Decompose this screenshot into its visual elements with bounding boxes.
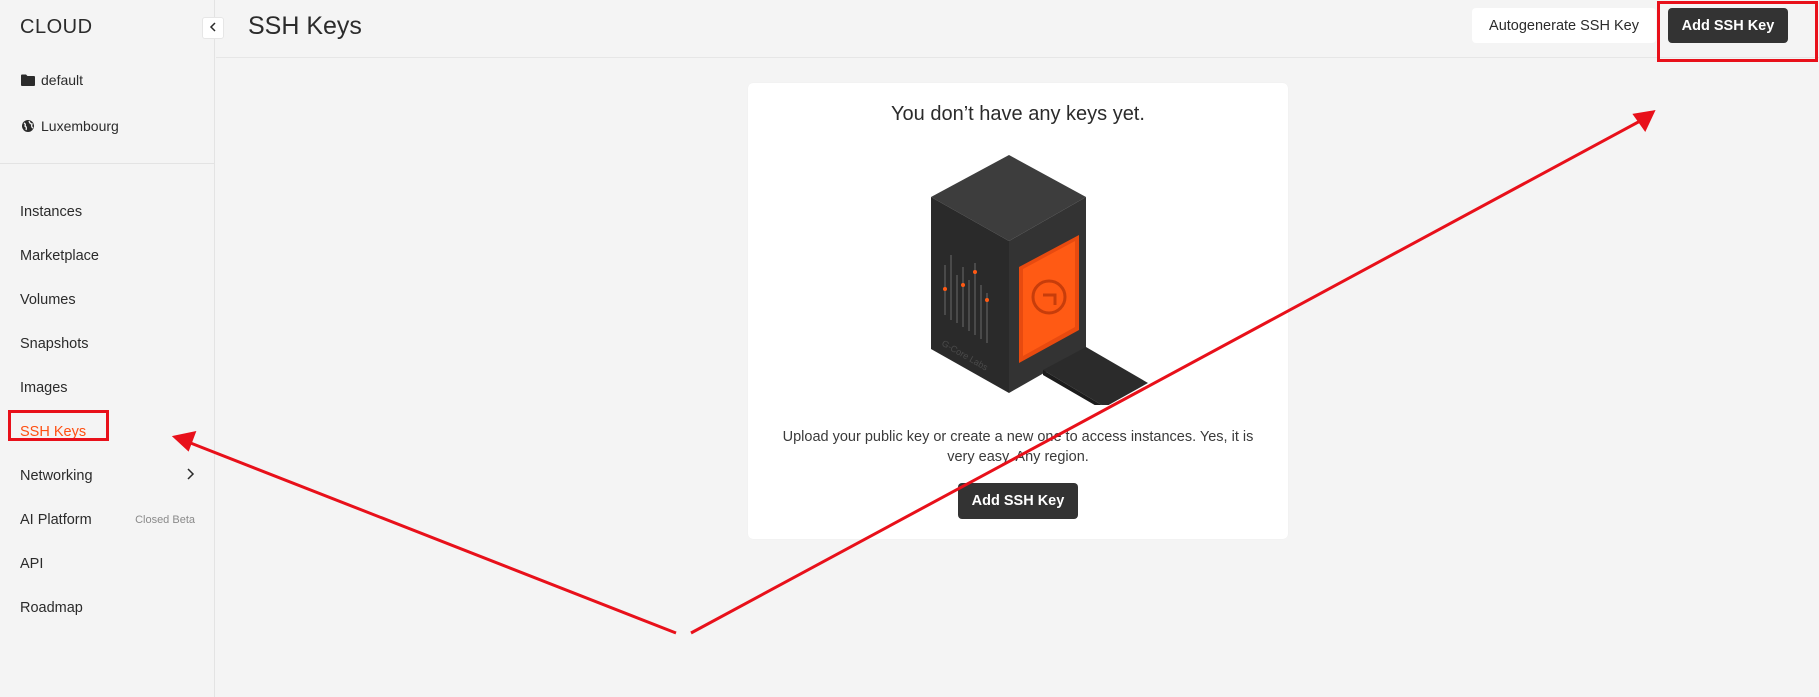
- page-title: SSH Keys: [248, 12, 362, 40]
- region-label: Luxembourg: [41, 118, 119, 134]
- sidebar-item-images[interactable]: Images: [0, 366, 215, 410]
- annotation-arrow-left: [187, 440, 677, 635]
- region-selector[interactable]: Luxembourg: [20, 118, 119, 134]
- sidebar-item-label: AI Platform: [20, 512, 92, 528]
- chevron-left-icon: [209, 19, 217, 37]
- brand-logo: CLOUD: [20, 16, 93, 38]
- sidebar-item-ssh-keys[interactable]: SSH Keys: [0, 410, 215, 454]
- folder-icon: [20, 73, 35, 88]
- sidebar-nav: Instances Marketplace Volumes Snapshots …: [0, 190, 215, 630]
- sidebar-item-label: Snapshots: [20, 336, 89, 352]
- autogenerate-ssh-key-button[interactable]: Autogenerate SSH Key: [1472, 8, 1656, 43]
- project-label: default: [41, 72, 84, 88]
- sidebar-item-label: API: [20, 556, 44, 572]
- empty-state-title: You don’t have any keys yet.: [891, 103, 1145, 125]
- sidebar-item-label: Networking: [20, 468, 93, 484]
- sidebar-item-networking[interactable]: Networking: [0, 454, 215, 498]
- sidebar-divider: [0, 163, 215, 164]
- sidebar-item-snapshots[interactable]: Snapshots: [0, 322, 215, 366]
- sidebar-item-roadmap[interactable]: Roadmap: [0, 586, 215, 630]
- closed-beta-badge: Closed Beta: [135, 514, 195, 526]
- annotation-arrowhead: [1632, 110, 1656, 132]
- sidebar-item-label: Instances: [20, 204, 83, 220]
- sidebar-item-label: Roadmap: [20, 600, 83, 616]
- sidebar-item-api[interactable]: API: [0, 542, 215, 586]
- sidebar: CLOUD default Luxembourg Instances Marke…: [0, 0, 215, 697]
- server-illustration: G-Core Labs: [931, 155, 1148, 405]
- empty-state-description: Upload your public key or create a new o…: [782, 429, 1254, 465]
- collapse-sidebar-button[interactable]: [202, 17, 224, 39]
- add-ssh-key-button[interactable]: Add SSH Key: [1668, 8, 1788, 43]
- sidebar-item-label: Images: [20, 380, 68, 396]
- sidebar-item-marketplace[interactable]: Marketplace: [0, 234, 215, 278]
- sidebar-item-volumes[interactable]: Volumes: [0, 278, 215, 322]
- sidebar-item-label: Volumes: [20, 292, 76, 308]
- project-selector[interactable]: default: [20, 72, 83, 88]
- sidebar-item-label: Marketplace: [20, 248, 99, 264]
- empty-state-card: You don’t have any keys yet. G-Core Labs…: [748, 83, 1288, 539]
- sidebar-item-label: SSH Keys: [20, 424, 87, 440]
- add-ssh-key-card-button[interactable]: Add SSH Key: [958, 483, 1078, 519]
- globe-icon: [20, 119, 35, 134]
- sidebar-item-instances[interactable]: Instances: [0, 190, 215, 234]
- sidebar-item-ai-platform[interactable]: AI Platform Closed Beta: [0, 498, 215, 542]
- chevron-right-icon: [185, 468, 195, 484]
